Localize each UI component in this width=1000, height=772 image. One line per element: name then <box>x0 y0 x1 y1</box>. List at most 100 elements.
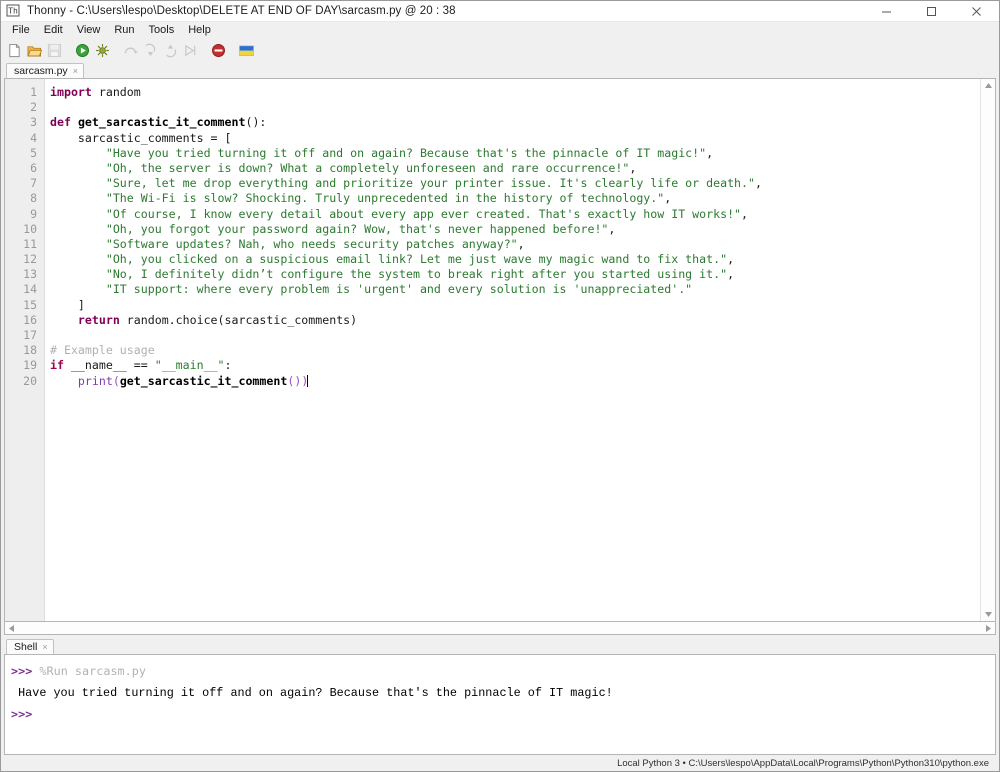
shell-prompt: >>> <box>11 707 33 721</box>
step-out-icon[interactable] <box>161 41 180 60</box>
code-token: sarcastic_comments = [ <box>50 130 232 145</box>
resume-icon[interactable] <box>181 41 200 60</box>
window-title: Thonny - C:\Users\lespo\Desktop\DELETE A… <box>27 5 456 17</box>
menu-run[interactable]: Run <box>107 23 141 39</box>
scroll-left-icon[interactable] <box>5 622 18 634</box>
line-number: 10 <box>23 221 37 236</box>
shell-prompt: >>> <box>11 664 33 678</box>
code-token: "No, I definitely didn’t configure the s… <box>105 267 728 282</box>
editor-horizontal-scrollbar[interactable] <box>4 622 996 635</box>
menu-help[interactable]: Help <box>181 23 218 39</box>
status-bar: Local Python 3 • C:\Users\lespo\AppData\… <box>1 755 999 771</box>
line-number: 2 <box>30 100 37 115</box>
code-token: get_sarcastic_it_comment <box>77 115 246 130</box>
line-number: 5 <box>30 145 37 160</box>
editor-tabstrip: sarcasm.py × <box>4 62 996 78</box>
code-token: ( <box>112 373 120 388</box>
code-token: if <box>50 358 64 373</box>
shell-tab-label: Shell <box>14 641 38 653</box>
shell-line: >>> %Run sarcasm.py <box>11 661 995 682</box>
step-into-icon[interactable] <box>141 41 160 60</box>
code-token: "Software updates? Nah, who needs securi… <box>105 236 518 251</box>
shell-tab[interactable]: Shell × <box>6 639 54 654</box>
code-token: random <box>91 85 141 99</box>
code-token: "Have you tried turning it off and on ag… <box>105 145 707 160</box>
code-token: , <box>741 206 749 221</box>
code-line: "Sure, let me drop everything and priori… <box>50 176 980 191</box>
shell-line: >>> <box>11 704 995 725</box>
minimize-button[interactable] <box>864 1 909 22</box>
code-token: , <box>727 252 735 267</box>
code-token: "Oh, the server is down? What a complete… <box>105 160 630 175</box>
save-icon[interactable] <box>45 41 64 60</box>
line-number: 14 <box>23 282 37 297</box>
stop-icon[interactable] <box>209 41 228 60</box>
code-token: , <box>755 176 762 191</box>
code-token: # Example usage <box>50 343 155 358</box>
line-number: 13 <box>23 267 37 282</box>
menu-edit[interactable]: Edit <box>37 23 70 39</box>
close-icon[interactable]: × <box>42 642 47 652</box>
editor-vertical-scrollbar[interactable] <box>980 79 995 621</box>
debug-icon[interactable] <box>93 41 112 60</box>
horizontal-scroll-track[interactable] <box>18 623 982 634</box>
shell-command: %Run sarcasm.py <box>32 664 146 678</box>
code-token: () <box>287 373 302 388</box>
shell-line: Have you tried turning it off and on aga… <box>11 682 995 704</box>
open-folder-icon[interactable] <box>25 41 44 60</box>
code-line: return random.choice(sarcastic_comments) <box>50 313 980 328</box>
line-number: 16 <box>23 312 37 327</box>
line-number: 18 <box>23 343 37 358</box>
menu-file[interactable]: File <box>5 23 37 39</box>
code-token: ] <box>50 297 85 312</box>
step-over-icon[interactable] <box>121 41 140 60</box>
menu-view[interactable]: View <box>70 23 108 39</box>
code-line: print(get_sarcastic_it_comment()) <box>50 374 980 389</box>
scroll-down-icon[interactable] <box>982 608 995 621</box>
maximize-button[interactable] <box>909 1 954 22</box>
close-icon[interactable]: × <box>73 66 78 76</box>
shell-tabstrip: Shell × <box>4 638 996 654</box>
code-line: "Have you tried turning it off and on ag… <box>50 146 980 161</box>
code-token: "Oh, you forgot your password again? Wow… <box>105 221 609 236</box>
ukraine-flag-icon[interactable] <box>237 41 256 60</box>
code-line: # Example usage <box>50 343 980 358</box>
shell-body[interactable]: >>> %Run sarcasm.py Have you tried turni… <box>4 654 996 755</box>
code-token: return <box>77 312 120 327</box>
code-token: def <box>50 115 71 130</box>
editor-tab-sarcasm-py[interactable]: sarcasm.py × <box>6 63 84 78</box>
menu-tools[interactable]: Tools <box>142 23 182 39</box>
code-token: , <box>629 160 637 175</box>
code-token: : <box>224 358 232 373</box>
line-number-gutter: 1 2 3 4 5 6 7 8 9 10 11 12 13 14 15 16 17 18 19 20 <box>5 79 45 621</box>
code-token: , <box>727 267 735 282</box>
code-line: def get_sarcastic_it_comment(): <box>50 115 980 130</box>
code-line: "Software updates? Nah, who needs securi… <box>50 237 980 252</box>
line-number: 19 <box>23 358 37 373</box>
line-number: 3 <box>30 115 37 130</box>
scroll-right-icon[interactable] <box>982 622 995 634</box>
code-token: , <box>608 221 616 236</box>
editor-tab-label: sarcasm.py <box>14 65 68 77</box>
editor-body[interactable]: 1 2 3 4 5 6 7 8 9 10 11 12 13 14 15 16 17 18 19 20 import r… <box>4 78 996 622</box>
menu-bar: File Edit View Run Tools Help <box>1 22 999 39</box>
shell-output[interactable]: >>> %Run sarcasm.py Have you tried turni… <box>5 655 995 754</box>
code-text-area[interactable]: import random def get_sarcastic_it_comme… <box>45 79 980 621</box>
close-button[interactable] <box>954 1 999 22</box>
code-token: "__main__" <box>154 358 225 373</box>
scroll-up-icon[interactable] <box>982 79 995 92</box>
code-line: "Oh, you clicked on a suspicious email l… <box>50 252 980 267</box>
line-number: 1 <box>30 85 37 99</box>
vertical-scroll-track[interactable] <box>983 92 994 608</box>
code-token: , <box>706 145 714 160</box>
run-icon[interactable] <box>73 41 92 60</box>
new-file-icon[interactable] <box>5 41 24 60</box>
